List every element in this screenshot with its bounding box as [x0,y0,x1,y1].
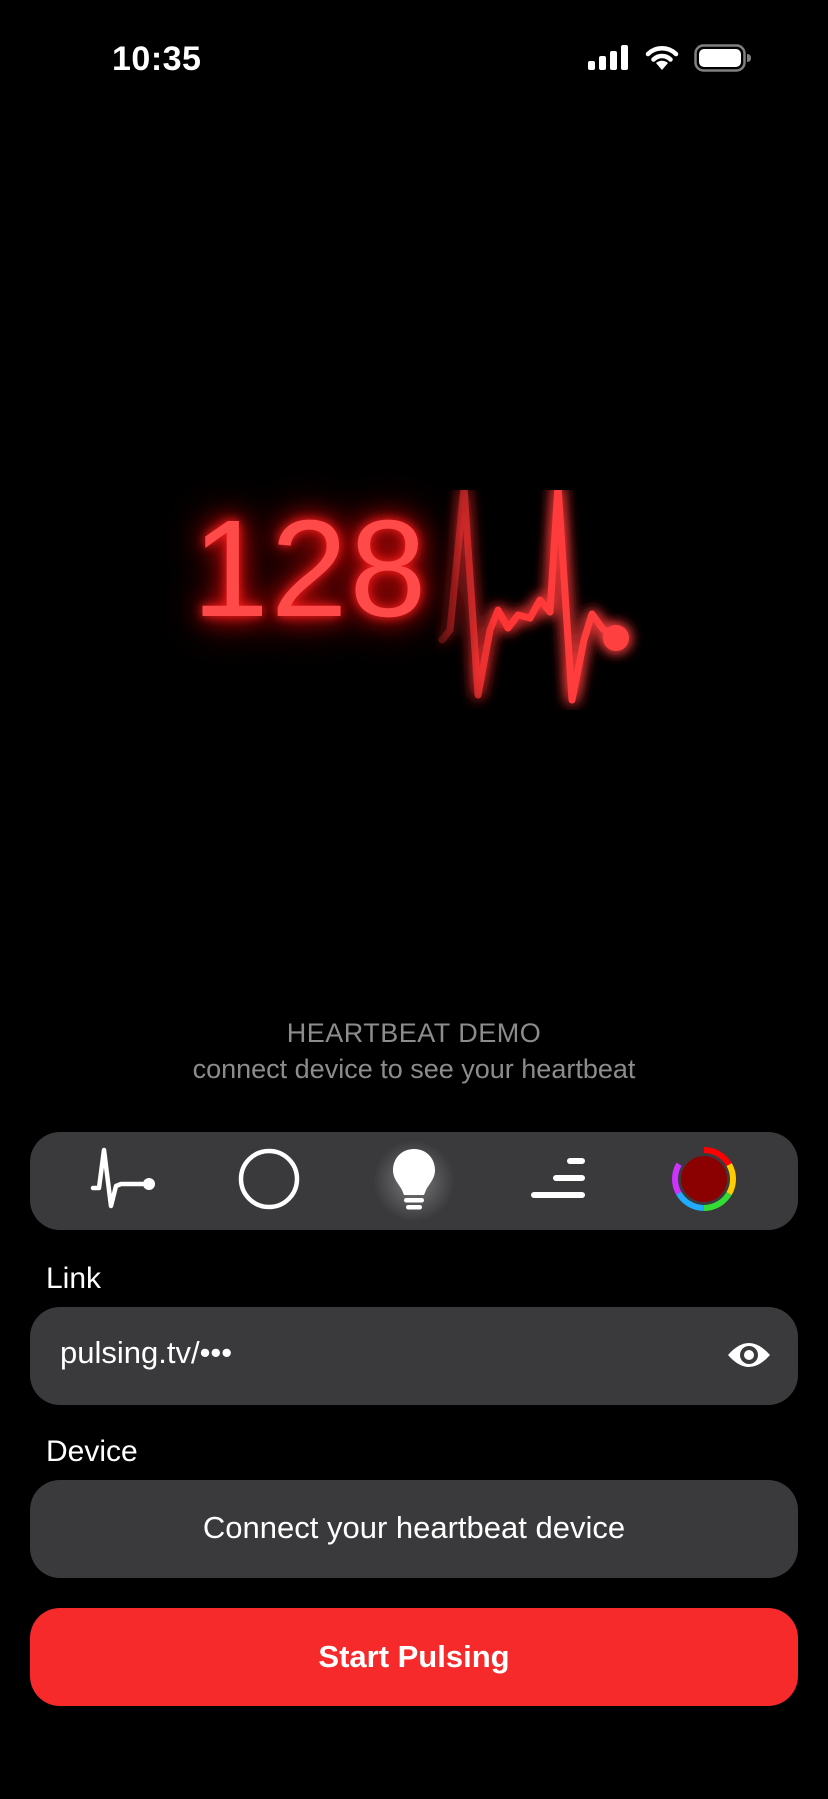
pulse-line-icon [438,490,629,704]
mode-text-lines[interactable] [509,1132,609,1230]
status-icons [588,44,752,77]
bpm-value: 128 [192,492,429,646]
mode-color[interactable] [654,1132,754,1230]
wifi-icon [644,44,680,77]
start-pulsing-button[interactable]: Start Pulsing [30,1608,798,1706]
text-align-lines-icon [529,1154,589,1209]
eye-icon[interactable] [726,1335,772,1380]
status-time: 10:35 [112,40,202,78]
cellular-signal-icon [588,45,630,76]
link-value: pulsing.tv/••• [60,1335,233,1370]
device-label: Device [46,1435,138,1468]
mode-selector [30,1132,798,1230]
status-bar: 10:35 [0,0,828,120]
demo-title: HEARTBEAT DEMO [286,1018,542,1048]
battery-icon [694,44,752,77]
connect-device-button[interactable]: Connect your heartbeat device [30,1480,798,1578]
link-label: Link [46,1262,102,1295]
connect-device-label: Connect your heartbeat device [202,1510,626,1545]
heartbeat-line-icon [89,1144,159,1219]
link-field[interactable]: pulsing.tv/••• [30,1307,798,1405]
circle-outline-icon [237,1147,301,1216]
mode-heartbeat[interactable] [74,1132,174,1230]
mode-circle[interactable] [219,1132,319,1230]
mode-light[interactable] [364,1132,464,1230]
color-wheel-icon [671,1146,737,1217]
lightbulb-icon [390,1147,438,1216]
demo-subtitle: connect device to see your heartbeat [192,1054,636,1084]
heart-rate-display: 128 [0,470,828,710]
